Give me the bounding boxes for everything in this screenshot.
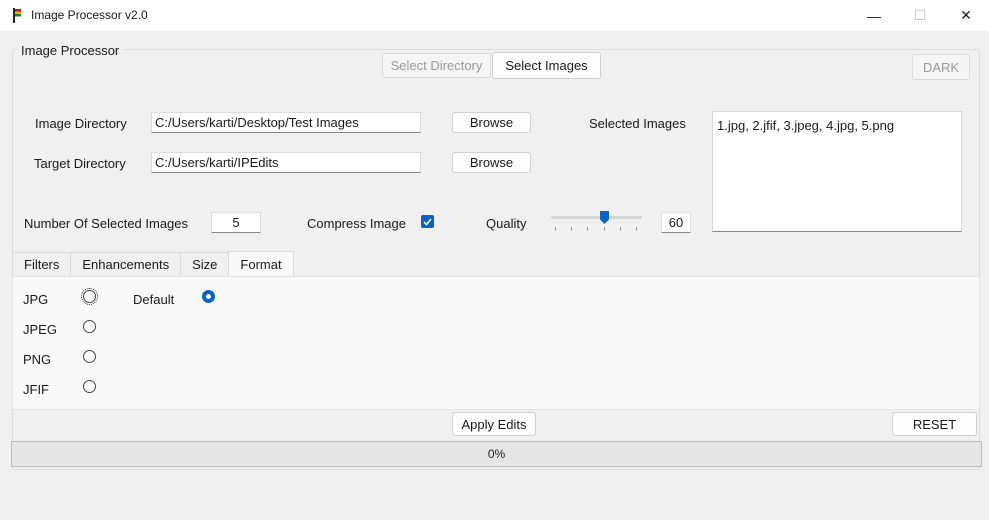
quality-slider-tick [604, 227, 605, 231]
quality-slider-track [551, 216, 642, 219]
quality-slider[interactable] [550, 207, 643, 235]
app-icon [13, 8, 21, 23]
quality-slider-tick [555, 227, 556, 231]
format-default-label: Default [133, 292, 175, 307]
quality-slider-handle[interactable] [600, 211, 609, 224]
format-option-jpg-label: JPG [23, 292, 49, 307]
selected-images-label: Selected Images [589, 116, 686, 131]
select-images-button[interactable]: Select Images [492, 52, 601, 79]
checkmark-icon [423, 217, 432, 226]
browse-image-directory-button[interactable]: Browse [452, 112, 531, 133]
group-title: Image Processor [17, 43, 124, 58]
quality-slider-tick [571, 227, 572, 231]
progress-bar: 0% [11, 441, 982, 467]
format-option-jfif-label: JFIF [23, 382, 49, 397]
image-directory-label: Image Directory [35, 116, 127, 131]
compress-image-checkbox[interactable] [421, 215, 434, 228]
select-directory-button[interactable]: Select Directory [382, 53, 491, 78]
format-option-png-radio[interactable] [83, 350, 96, 363]
progress-text: 0% [487, 447, 506, 461]
format-option-jpeg-label: JPEG [23, 322, 57, 337]
quality-label: Quality [486, 216, 527, 231]
tab-filters[interactable]: Filters [12, 252, 72, 276]
selected-images-list[interactable]: 1.jpg, 2.jfif, 3.jpeg, 4.jpg, 5.png [712, 111, 962, 232]
dark-mode-button[interactable]: DARK [912, 54, 970, 80]
window-title: Image Processor v2.0 [31, 8, 148, 22]
minimize-button[interactable]: — [851, 0, 897, 31]
number-of-selected-images-field[interactable]: 5 [211, 212, 261, 233]
format-option-jpeg-radio[interactable] [83, 320, 96, 333]
maximize-button[interactable]: ☐ [897, 0, 943, 31]
close-button[interactable]: ✕ [943, 0, 989, 31]
title-bar: Image Processor v2.0 — ☐ ✕ [0, 0, 989, 31]
quality-value-field[interactable]: 60 [661, 212, 691, 233]
quality-slider-tick [620, 227, 621, 231]
reset-button[interactable]: RESET [892, 412, 977, 436]
tab-bar: Filters Enhancements Size Format [12, 251, 294, 276]
target-directory-field[interactable]: C:/Users/karti/IPEdits [151, 152, 421, 173]
format-option-jfif-radio[interactable] [83, 380, 96, 393]
format-option-png-label: PNG [23, 352, 52, 367]
quality-slider-tick [636, 227, 637, 231]
tab-format[interactable]: Format [228, 251, 294, 276]
image-directory-field[interactable]: C:/Users/karti/Desktop/Test Images [151, 112, 421, 133]
tab-size[interactable]: Size [180, 252, 230, 276]
format-option-jpg-radio[interactable] [81, 288, 98, 305]
number-of-selected-images-label: Number Of Selected Images [24, 216, 189, 231]
tab-enhancements[interactable]: Enhancements [70, 252, 182, 276]
compress-image-label: Compress Image [307, 216, 406, 231]
browse-target-directory-button[interactable]: Browse [452, 152, 531, 173]
quality-slider-tick [587, 227, 588, 231]
format-default-radio[interactable] [202, 290, 215, 303]
target-directory-label: Target Directory [34, 156, 126, 171]
apply-edits-button[interactable]: Apply Edits [452, 412, 536, 436]
